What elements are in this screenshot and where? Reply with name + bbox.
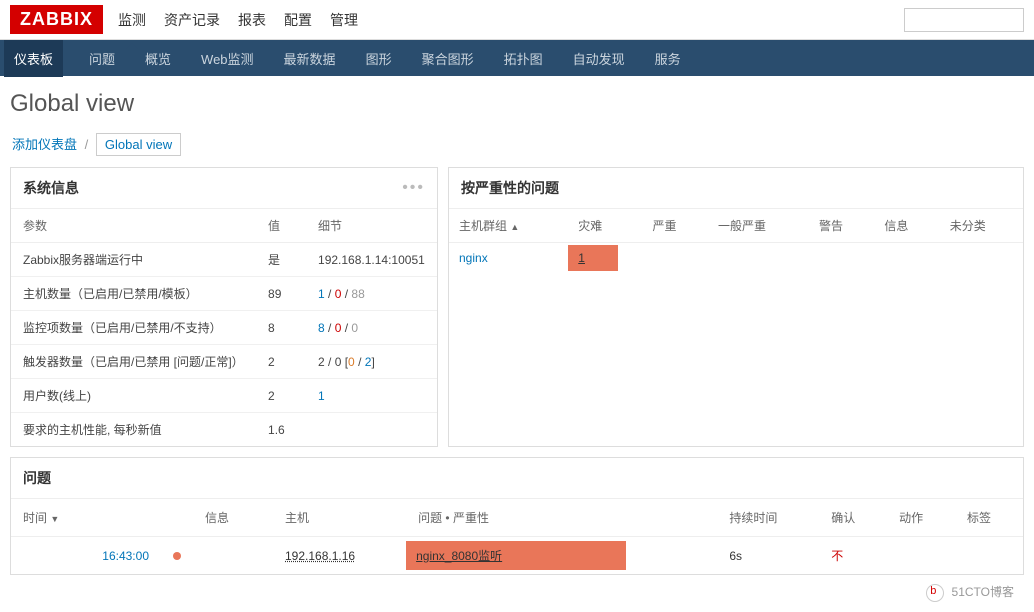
tab-screens[interactable]: 聚合图形	[418, 40, 478, 77]
widget-title: 问题	[23, 468, 51, 488]
problem-host[interactable]: 192.168.1.16	[285, 549, 355, 563]
tab-dashboard[interactable]: 仪表板	[4, 40, 63, 77]
sort-asc-icon: ▲	[510, 222, 519, 232]
top-header: ZABBIX 监测 资产记录 报表 配置 管理	[0, 0, 1034, 40]
sort-desc-icon: ▼	[50, 514, 59, 524]
value-cell: 2	[256, 345, 306, 379]
widget-menu-icon[interactable]: •••	[402, 179, 425, 197]
table-row: 用户数(线上)21	[11, 379, 437, 413]
value-cell: 是	[256, 243, 306, 277]
param-cell: 用户数(线上)	[11, 379, 256, 413]
value-cell: 2	[256, 379, 306, 413]
col-action[interactable]: 动作	[887, 499, 955, 537]
severity-widget: 按严重性的问题 主机群组 ▲ 灾难 严重 一般严重 警告 信息 未分类 ngin…	[448, 167, 1024, 447]
problems-widget: 问题 时间 ▼ 信息 主机 问题 • 严重性 持续时间 确认 动作 标签 16:…	[10, 457, 1024, 575]
top-nav: 监测 资产记录 报表 配置 管理	[118, 2, 904, 38]
table-row: 触发器数量（已启用/已禁用 [问题/正常]）22 / 0 [0 / 2]	[11, 345, 437, 379]
problem-name[interactable]: nginx_8080监听	[406, 541, 626, 570]
col-average[interactable]: 一般严重	[708, 209, 809, 243]
col-tag[interactable]: 标签	[955, 499, 1023, 537]
dashboard-row: 系统信息 ••• 参数 值 细节 Zabbix服务器端运行中是192.168.1…	[0, 159, 1034, 455]
system-info-widget: 系统信息 ••• 参数 值 细节 Zabbix服务器端运行中是192.168.1…	[10, 167, 438, 447]
problem-time[interactable]: 16:43:00	[11, 537, 161, 575]
page-title: Global view	[0, 76, 1034, 128]
table-row: Zabbix服务器端运行中是192.168.1.14:10051	[11, 243, 437, 277]
severity-table: 主机群组 ▲ 灾难 严重 一般严重 警告 信息 未分类 nginx 1	[449, 209, 1023, 273]
table-row: 监控项数量（已启用/已禁用/不支持）88 / 0 / 0	[11, 311, 437, 345]
breadcrumb-root[interactable]: 添加仪表盘	[12, 137, 77, 152]
severity-dot-icon	[173, 552, 181, 560]
col-high[interactable]: 严重	[643, 209, 708, 243]
system-info-table: 参数 值 细节 Zabbix服务器端运行中是192.168.1.14:10051…	[11, 209, 437, 446]
col-time[interactable]: 时间 ▼	[11, 499, 161, 537]
col-value: 值	[256, 209, 306, 243]
table-row: 主机数量（已启用/已禁用/模板）891 / 0 / 88	[11, 277, 437, 311]
detail-cell	[306, 413, 437, 447]
col-disaster[interactable]: 灾难	[568, 209, 642, 243]
widget-header: 问题	[11, 458, 1023, 499]
col-info[interactable]: 信息	[874, 209, 939, 243]
col-unclassified[interactable]: 未分类	[940, 209, 1023, 243]
col-duration[interactable]: 持续时间	[717, 499, 819, 537]
search-input[interactable]	[904, 8, 1024, 32]
detail-cell: 2 / 0 [0 / 2]	[306, 345, 437, 379]
problems-table: 时间 ▼ 信息 主机 问题 • 严重性 持续时间 确认 动作 标签 16:43:…	[11, 499, 1023, 574]
param-cell: 触发器数量（已启用/已禁用 [问题/正常]）	[11, 345, 256, 379]
problem-row: 16:43:00 192.168.1.16 nginx_8080监听 6s 不	[11, 537, 1023, 575]
tab-latest[interactable]: 最新数据	[280, 40, 340, 77]
tab-problems[interactable]: 问题	[85, 40, 119, 77]
severity-row: nginx 1	[449, 243, 1023, 274]
detail-cell: 1 / 0 / 88	[306, 277, 437, 311]
sub-nav: 仪表板 问题 概览 Web监测 最新数据 图形 聚合图形 拓扑图 自动发现 服务	[0, 40, 1034, 76]
widget-title: 按严重性的问题	[461, 178, 559, 198]
nav-inventory[interactable]: 资产记录	[164, 2, 220, 38]
tab-discovery[interactable]: 自动发现	[569, 40, 629, 77]
value-cell: 1.6	[256, 413, 306, 447]
param-cell: Zabbix服务器端运行中	[11, 243, 256, 277]
zabbix-logo[interactable]: ZABBIX	[10, 5, 103, 34]
widget-header: 系统信息 •••	[11, 168, 437, 209]
nav-monitoring[interactable]: 监测	[118, 2, 146, 38]
tab-maps[interactable]: 拓扑图	[500, 40, 547, 77]
watermark: 51CTO博客	[926, 583, 1014, 602]
value-cell: 89	[256, 277, 306, 311]
value-cell: 8	[256, 311, 306, 345]
param-cell: 主机数量（已启用/已禁用/模板）	[11, 277, 256, 311]
tab-graphs[interactable]: 图形	[362, 40, 396, 77]
col-warning[interactable]: 警告	[809, 209, 874, 243]
tab-services[interactable]: 服务	[651, 40, 685, 77]
col-host[interactable]: 主机	[273, 499, 406, 537]
nav-admin[interactable]: 管理	[330, 2, 358, 38]
col-detail: 细节	[306, 209, 437, 243]
detail-cell: 8 / 0 / 0	[306, 311, 437, 345]
col-ack[interactable]: 确认	[819, 499, 887, 537]
detail-cell: 192.168.1.14:10051	[306, 243, 437, 277]
col-problem[interactable]: 问题 • 严重性	[406, 499, 717, 537]
nav-reports[interactable]: 报表	[238, 2, 266, 38]
problem-duration: 6s	[717, 537, 819, 575]
breadcrumb-current[interactable]: Global view	[96, 133, 181, 156]
widget-title: 系统信息	[23, 178, 79, 198]
severity-count[interactable]: 1	[568, 245, 618, 271]
problem-ack[interactable]: 不	[831, 549, 843, 563]
col-info[interactable]: 信息	[193, 499, 273, 537]
tab-overview[interactable]: 概览	[141, 40, 175, 77]
widget-header: 按严重性的问题	[449, 168, 1023, 209]
breadcrumb: 添加仪表盘 / Global view	[0, 128, 1034, 159]
hostgroup-link[interactable]: nginx	[459, 251, 488, 265]
nav-config[interactable]: 配置	[284, 2, 312, 38]
tab-web[interactable]: Web监测	[197, 40, 258, 77]
param-cell: 监控项数量（已启用/已禁用/不支持）	[11, 311, 256, 345]
col-param: 参数	[11, 209, 256, 243]
col-hostgroup[interactable]: 主机群组 ▲	[449, 209, 568, 243]
detail-cell: 1	[306, 379, 437, 413]
breadcrumb-sep: /	[85, 137, 89, 152]
watermark-logo-icon	[926, 584, 944, 602]
table-row: 要求的主机性能, 每秒新值1.6	[11, 413, 437, 447]
param-cell: 要求的主机性能, 每秒新值	[11, 413, 256, 447]
